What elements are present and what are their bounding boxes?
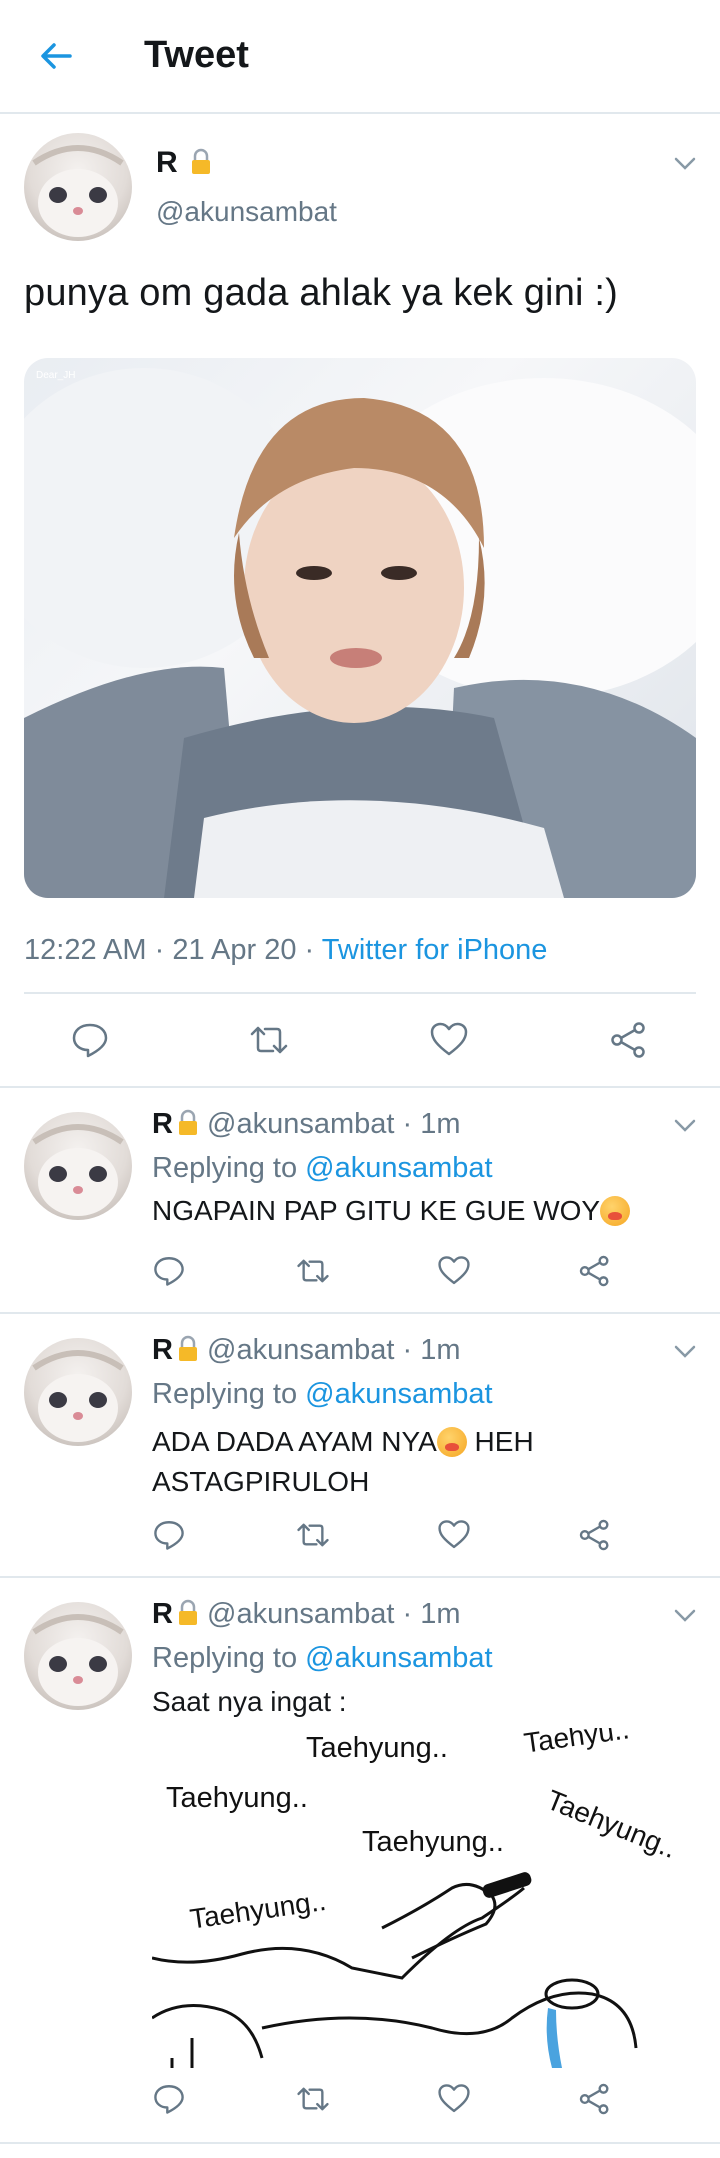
reply-header: R @akunsambat · 1m: [152, 1598, 461, 1630]
author-handle[interactable]: @akunsambat: [207, 1598, 394, 1630]
divider: [24, 992, 696, 994]
tweet-meta: 12:22 AM · 21 Apr 20 · Twitter for iPhon…: [24, 934, 548, 966]
avatar[interactable]: [24, 1338, 132, 1446]
reply-time: 1m: [420, 1598, 461, 1630]
reply-header: R @akunsambat · 1m: [152, 1334, 461, 1366]
share-icon[interactable]: [578, 1254, 612, 1288]
tweet-source-link[interactable]: Twitter for iPhone: [322, 934, 548, 966]
replying-to: Replying to @akunsambat: [152, 1378, 493, 1410]
divider: [0, 2142, 720, 2144]
avatar[interactable]: [24, 1112, 132, 1220]
avatar[interactable]: [24, 133, 132, 241]
tweet-image[interactable]: Dear_JH: [24, 358, 696, 898]
lock-icon: [192, 148, 211, 174]
cat-avatar-icon: [32, 1124, 124, 1216]
share-icon[interactable]: [609, 1020, 649, 1060]
author-handle[interactable]: @akunsambat: [156, 196, 337, 228]
chevron-down-icon[interactable]: [672, 1602, 698, 1628]
page-title: Tweet: [144, 34, 249, 76]
lock-icon: [178, 1599, 197, 1625]
divider: [0, 1312, 720, 1314]
tweet-text: punya om gada ahlak ya kek gini :): [24, 272, 619, 314]
author-name[interactable]: R: [152, 1334, 173, 1366]
author-name[interactable]: R: [152, 1598, 173, 1630]
author-name[interactable]: R: [152, 1108, 173, 1140]
like-icon[interactable]: [437, 1254, 471, 1288]
replying-to-link[interactable]: @akunsambat: [305, 1378, 492, 1410]
reply-text: Saat nya ingat :: [152, 1686, 347, 1717]
photo-illustration: [24, 368, 696, 898]
reply-header: R @akunsambat · 1m: [152, 1108, 461, 1140]
reply-text: NGAPAIN PAP GITU KE GUE WOY: [152, 1195, 631, 1227]
like-icon[interactable]: [437, 1518, 471, 1552]
cat-avatar-icon: [32, 1614, 124, 1706]
reply-image[interactable]: Taehyung.. Taehyu.. Taehyung.. Taehyung.…: [152, 1728, 696, 2068]
tweet-date: 21 Apr 20: [172, 934, 297, 966]
chevron-down-icon[interactable]: [672, 1112, 698, 1138]
like-icon[interactable]: [429, 1020, 469, 1060]
reply-icon[interactable]: [152, 1518, 186, 1552]
back-arrow-icon[interactable]: [36, 36, 76, 76]
author-name[interactable]: R: [156, 146, 212, 180]
tired-face-emoji-icon: [600, 1196, 631, 1226]
author-handle[interactable]: @akunsambat: [207, 1334, 394, 1366]
retweet-icon[interactable]: [249, 1020, 289, 1060]
divider: [0, 1576, 720, 1578]
image-watermark: Dear_JH: [36, 370, 76, 381]
avatar[interactable]: [24, 1602, 132, 1710]
reply-text: ADA DADA AYAM NYA HEH ASTAGPIRULOH: [152, 1426, 534, 1497]
tired-face-emoji-icon: [436, 1427, 467, 1457]
reply-icon[interactable]: [152, 2082, 186, 2116]
author-handle[interactable]: @akunsambat: [207, 1108, 394, 1140]
divider: [0, 1086, 720, 1088]
share-icon[interactable]: [578, 2082, 612, 2116]
tweet-time: 12:22 AM: [24, 934, 147, 966]
lock-icon: [178, 1109, 197, 1135]
share-icon[interactable]: [578, 1518, 612, 1552]
top-bar: Tweet: [0, 0, 720, 114]
reply-icon[interactable]: [152, 1254, 186, 1288]
retweet-icon[interactable]: [296, 2082, 330, 2116]
reply-icon[interactable]: [70, 1020, 110, 1060]
cat-avatar-icon: [32, 1350, 124, 1442]
replying-to-link[interactable]: @akunsambat: [305, 1642, 492, 1674]
replying-to: Replying to @akunsambat: [152, 1642, 493, 1674]
chevron-down-icon[interactable]: [672, 150, 698, 176]
reply-time: 1m: [420, 1334, 461, 1366]
retweet-icon[interactable]: [296, 1254, 330, 1288]
replying-to: Replying to @akunsambat: [152, 1152, 493, 1184]
lock-icon: [178, 1335, 197, 1361]
like-icon[interactable]: [437, 2082, 471, 2116]
replying-to-link[interactable]: @akunsambat: [305, 1152, 492, 1184]
chevron-down-icon[interactable]: [672, 1338, 698, 1364]
cat-avatar-icon: [32, 145, 124, 237]
meme-drawing: [152, 1872, 638, 2068]
reply-time: 1m: [420, 1108, 461, 1140]
retweet-icon[interactable]: [296, 1518, 330, 1552]
